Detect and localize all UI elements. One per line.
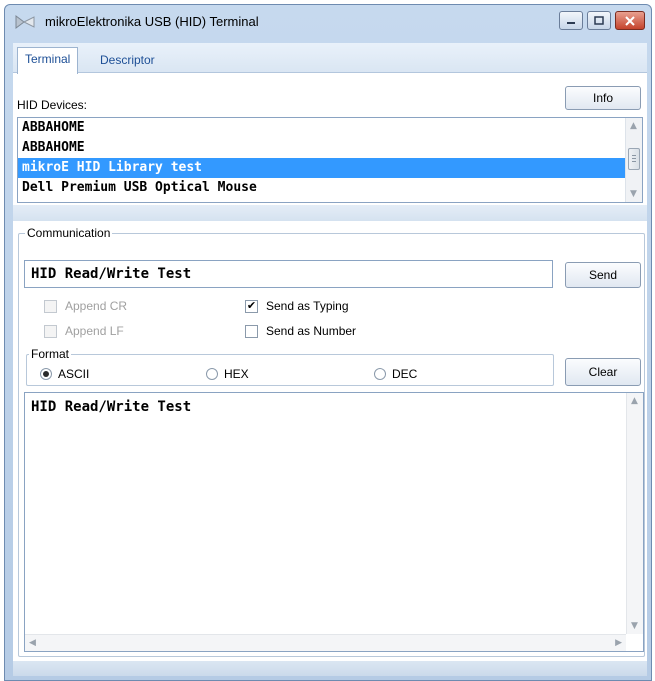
radio-dec-label: DEC (392, 367, 418, 381)
scroll-left-icon[interactable]: ◀ (29, 638, 36, 648)
checkbox-box (245, 324, 258, 338)
checkbox-box (44, 324, 57, 338)
close-icon (625, 15, 635, 26)
hid-devices-list[interactable]: ABBAHOME ABBAHOME mikroE HID Library tes… (17, 117, 643, 203)
radio-icon (206, 368, 218, 380)
format-legend: Format (29, 347, 72, 361)
close-button[interactable] (615, 11, 645, 30)
radio-icon (374, 368, 386, 380)
list-item[interactable]: ABBAHOME (18, 118, 625, 138)
list-item[interactable]: Dell Premium USB Optical Mouse (18, 178, 625, 198)
scroll-right-icon[interactable]: ▶ (615, 638, 622, 648)
clear-button[interactable]: Clear (565, 358, 641, 386)
separator-band (13, 205, 647, 221)
output-horizontal-scrollbar[interactable]: ◀ ▶ (25, 634, 626, 651)
scroll-up-icon[interactable]: ▲ (631, 396, 638, 406)
scroll-down-icon[interactable]: ▼ (631, 621, 638, 631)
title-bar[interactable]: mikroElektronika USB (HID) Terminal (5, 5, 651, 41)
app-icon (15, 15, 35, 29)
radio-ascii-label: ASCII (58, 367, 90, 381)
tab-bar: Terminal Descriptor (13, 43, 647, 74)
radio-hex-label: HEX (224, 367, 249, 381)
minimize-icon (567, 21, 575, 24)
radio-ascii[interactable]: ASCII (40, 367, 89, 381)
output-text: HID Read/Write Test (31, 399, 192, 415)
append-cr-label: Append CR (65, 299, 128, 313)
app-window: mikroElektronika USB (HID) Terminal Term… (4, 4, 652, 681)
maximize-icon (594, 16, 604, 25)
radio-hex[interactable]: HEX (206, 367, 249, 381)
send-button[interactable]: Send (565, 262, 641, 288)
output-textarea[interactable]: HID Read/Write Test ▲ ▼ ◀ ▶ (24, 392, 644, 652)
client-area: Terminal Descriptor HID Devices: Info AB… (13, 43, 647, 676)
minimize-button[interactable] (559, 11, 583, 30)
send-as-number-label: Send as Number (266, 324, 357, 338)
send-as-typing-label: Send as Typing (266, 299, 349, 313)
output-vertical-scrollbar[interactable]: ▲ ▼ (626, 393, 643, 634)
send-as-typing-checkbox[interactable]: ✔ Send as Typing (245, 299, 349, 313)
window-title: mikroElektronika USB (HID) Terminal (45, 14, 259, 29)
status-band (13, 661, 647, 676)
list-item-selected[interactable]: mikroE HID Library test (18, 158, 625, 178)
scroll-up-icon[interactable]: ▲ (630, 121, 637, 131)
communication-legend: Communication (25, 226, 113, 240)
radio-selected-icon (40, 368, 52, 380)
append-cr-checkbox[interactable]: Append CR (44, 299, 127, 313)
checkmark-icon: ✔ (245, 299, 258, 313)
device-list-scrollbar[interactable]: ▲ ▼ (625, 118, 642, 202)
hid-devices-label: HID Devices: (17, 98, 88, 112)
scroll-thumb[interactable] (628, 148, 640, 170)
tab-descriptor[interactable]: Descriptor (93, 49, 162, 74)
list-item[interactable]: ABBAHOME (18, 138, 625, 158)
checkbox-box (44, 299, 57, 313)
send-as-number-checkbox[interactable]: Send as Number (245, 324, 356, 338)
info-button[interactable]: Info (565, 86, 641, 110)
append-lf-checkbox[interactable]: Append LF (44, 324, 124, 338)
radio-dec[interactable]: DEC (374, 367, 417, 381)
tab-terminal[interactable]: Terminal (17, 47, 79, 74)
append-lf-label: Append LF (65, 324, 124, 338)
send-text-input[interactable]: HID Read/Write Test (24, 260, 553, 288)
format-group: Format (26, 347, 554, 386)
scroll-down-icon[interactable]: ▼ (630, 189, 637, 199)
maximize-button[interactable] (587, 11, 611, 30)
